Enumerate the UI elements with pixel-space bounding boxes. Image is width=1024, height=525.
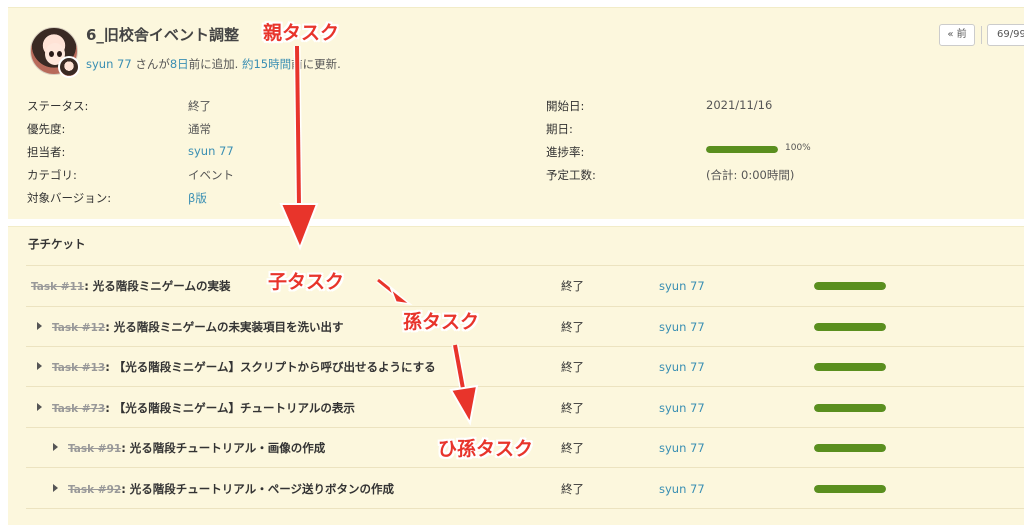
child-to-grandchild-arrow bbox=[376, 277, 413, 306]
child-task-annotation: 子タスク bbox=[268, 271, 345, 293]
parent-task-annotation: 親タスク bbox=[263, 22, 340, 44]
great-grandchild-task-annotation: ひ孫タスク bbox=[438, 438, 534, 460]
parent-to-child-arrow bbox=[279, 45, 319, 251]
issue-page: 6_旧校舎イベント調整 syun 77 さんが8日前に追加. 約15時間前に更新… bbox=[0, 0, 1024, 525]
grandchild-task-annotation: 孫タスク bbox=[403, 311, 480, 333]
grandchild-to-great-grandchild-arrow bbox=[449, 344, 479, 426]
